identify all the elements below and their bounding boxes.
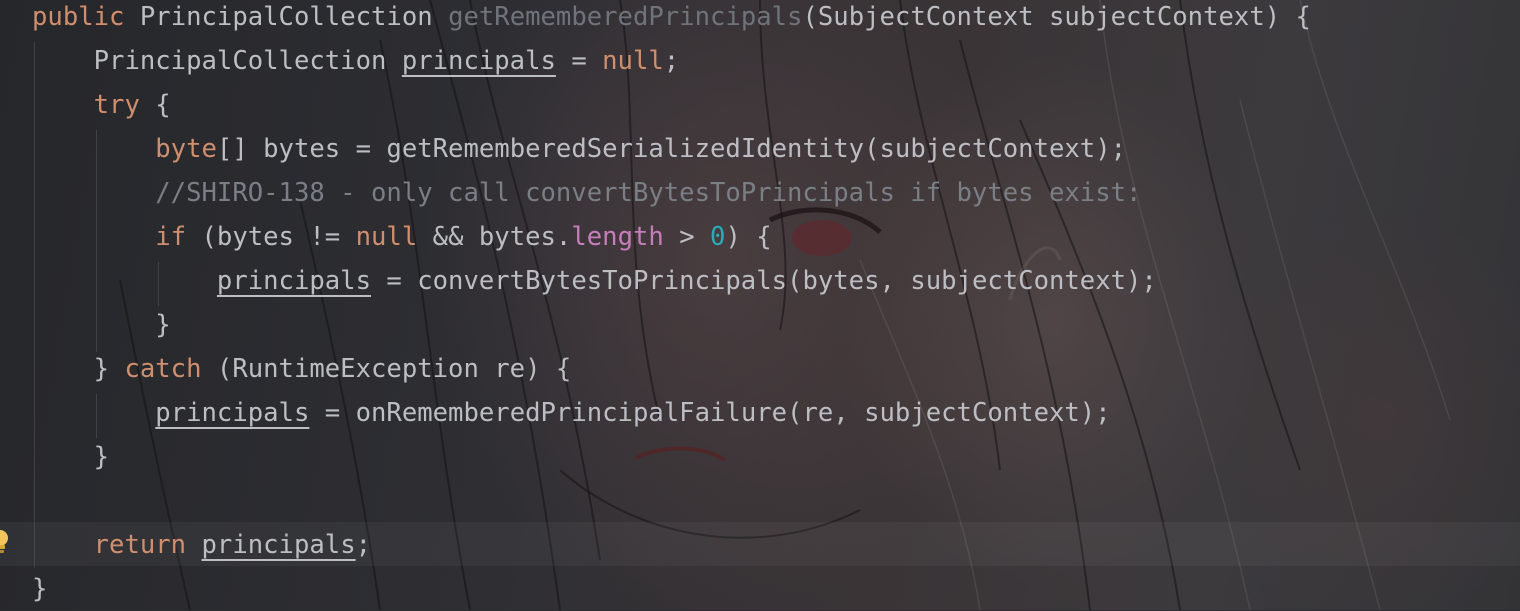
code-token: return bbox=[93, 530, 187, 560]
code-token: public bbox=[32, 2, 140, 32]
code-token: length bbox=[571, 222, 664, 252]
code-token: = convertBytesToPrincipals(bytes, subjec… bbox=[371, 266, 1157, 296]
code-token: (RuntimeException re) { bbox=[201, 354, 572, 384]
code-line[interactable]: } bbox=[32, 567, 47, 611]
code-line[interactable]: } bbox=[32, 303, 171, 347]
lightbulb-icon[interactable] bbox=[0, 530, 10, 556]
code-line[interactable]: principals = onRememberedPrincipalFailur… bbox=[32, 391, 1111, 435]
code-token: if bbox=[155, 222, 187, 252]
code-token: catch bbox=[124, 354, 202, 384]
code-token: (SubjectContext subjectContext) { bbox=[802, 2, 1311, 32]
code-line[interactable]: } bbox=[32, 435, 109, 479]
code-token: PrincipalCollection bbox=[32, 46, 402, 76]
code-token: } bbox=[32, 310, 171, 340]
background-illustration bbox=[119, 0, 1451, 610]
code-token: } bbox=[32, 442, 110, 472]
code-token: //SHIRO-138 - only call convertBytesToPr… bbox=[32, 178, 1142, 208]
code-token: = onRememberedPrincipalFailure(re, subje… bbox=[309, 398, 1111, 428]
code-line[interactable]: } catch (RuntimeException re) { bbox=[32, 347, 572, 391]
code-token: [] bytes = getRememberedSerializedIdenti… bbox=[216, 134, 1127, 164]
code-token: principals bbox=[401, 46, 556, 76]
code-token: 0 bbox=[710, 222, 726, 252]
code-line[interactable]: try { bbox=[32, 83, 171, 127]
code-token: = bbox=[555, 46, 603, 76]
code-token: principals bbox=[201, 530, 356, 560]
code-token: } bbox=[32, 574, 48, 604]
code-token: try bbox=[93, 90, 140, 120]
code-token: principals bbox=[216, 266, 371, 296]
code-token: ; bbox=[355, 530, 372, 560]
code-token: ; bbox=[663, 46, 680, 76]
code-line[interactable]: //SHIRO-138 - only call convertBytesToPr… bbox=[32, 171, 1141, 215]
editor-background-artwork bbox=[0, 0, 1520, 610]
code-token: getRememberedPrincipals bbox=[448, 2, 803, 32]
code-token: null bbox=[602, 46, 664, 76]
code-token: byte bbox=[155, 134, 217, 164]
code-token: ) { bbox=[725, 222, 772, 252]
code-line[interactable]: byte[] bytes = getRememberedSerializedId… bbox=[32, 127, 1126, 171]
code-token: (bytes != bbox=[186, 222, 356, 252]
code-line[interactable]: public PrincipalCollection getRemembered… bbox=[32, 0, 1311, 39]
code-line[interactable]: if (bytes != null && bytes.length > 0) { bbox=[32, 215, 772, 259]
code-token: > bbox=[663, 222, 711, 252]
code-token: principals bbox=[155, 398, 310, 428]
code-line[interactable]: return principals; bbox=[32, 523, 371, 567]
code-token: } bbox=[32, 354, 125, 384]
code-token: && bytes. bbox=[417, 222, 572, 252]
code-line[interactable]: principals = convertBytesToPrincipals(by… bbox=[32, 259, 1157, 303]
code-token: { bbox=[139, 90, 171, 120]
code-token: null bbox=[355, 222, 418, 252]
code-line[interactable]: PrincipalCollection principals = null; bbox=[32, 39, 680, 83]
code-token: PrincipalCollection bbox=[139, 2, 449, 32]
